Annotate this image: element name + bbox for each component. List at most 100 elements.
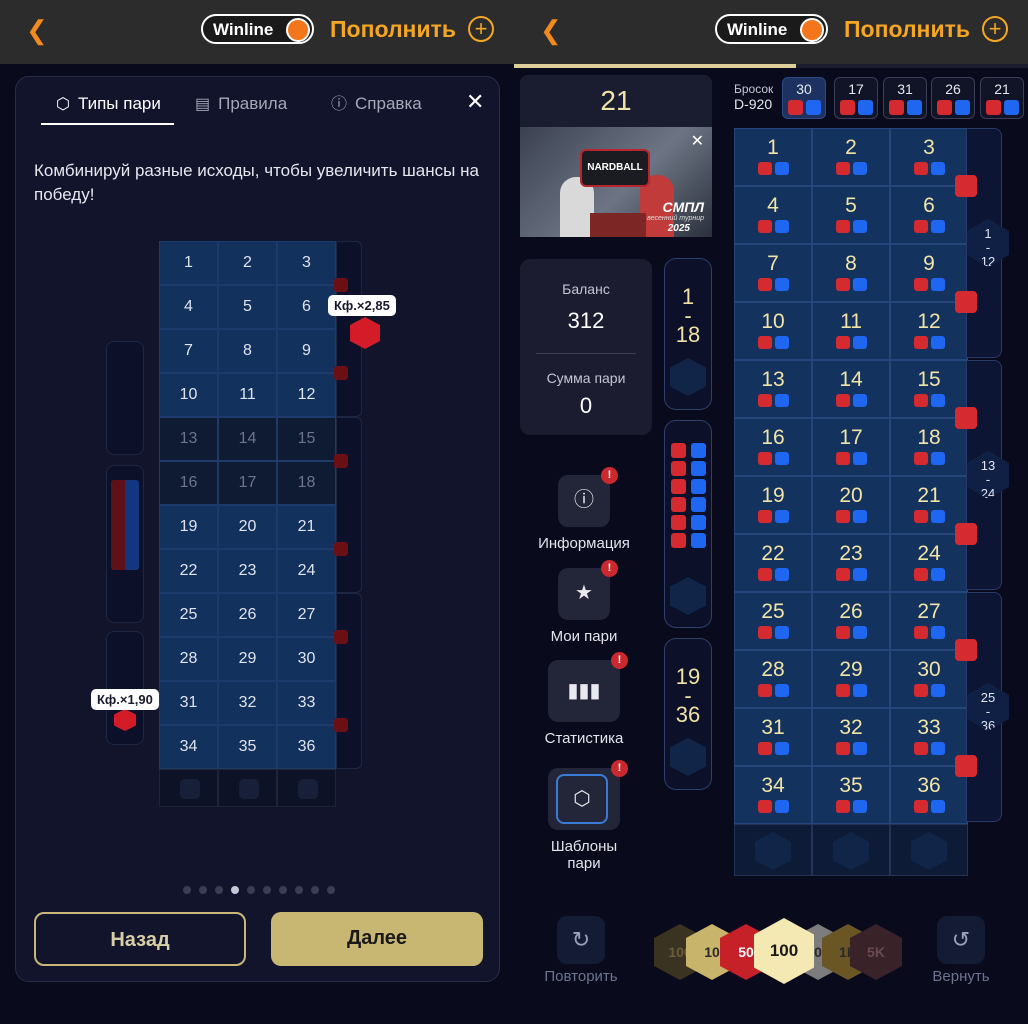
number-cell[interactable]: 34 [734, 766, 812, 824]
number-cell[interactable]: 2 [812, 128, 890, 186]
dozen-column[interactable]: 13-24 [955, 360, 1009, 590]
number-cell[interactable]: 32 [812, 708, 890, 766]
red-die-icon [757, 626, 772, 639]
number-cell[interactable]: 17 [812, 418, 890, 476]
grid-cell: 32 [218, 681, 277, 725]
number-cell[interactable]: 7 [734, 244, 812, 302]
bet-slot[interactable] [734, 824, 812, 876]
hexagon-icon [180, 779, 200, 799]
number-cell[interactable]: 10 [734, 302, 812, 360]
next-button[interactable]: Далее [271, 912, 483, 966]
deposit-button[interactable]: Пополнить [844, 15, 970, 43]
die-icon [955, 407, 977, 429]
repeat-button[interactable]: ↻ Повторить [536, 916, 626, 986]
number-cell[interactable]: 4 [734, 186, 812, 244]
back-icon[interactable]: ❮ [26, 16, 48, 44]
dice-pair [884, 100, 926, 115]
cell-number: 15 [917, 368, 941, 391]
bet-templates-button[interactable]: ⬡! Шаблоны пари [514, 760, 654, 872]
cell-number: 14 [839, 368, 863, 391]
toggle-knob [286, 18, 310, 42]
history-roll[interactable]: 31 [883, 77, 927, 119]
dice-pair [813, 220, 889, 233]
red-die-icon [835, 742, 850, 755]
number-cell[interactable]: 11 [812, 302, 890, 360]
history-roll[interactable]: 17 [834, 77, 878, 119]
tab-bet-types[interactable]: ⬡ Типы пари [56, 93, 161, 116]
red-die-icon [913, 394, 928, 407]
dice-pair [735, 452, 811, 465]
range-bet-19-36[interactable]: 19 - 36 [664, 638, 712, 790]
number-cell[interactable]: 14 [812, 360, 890, 418]
close-icon[interactable]: ✕ [691, 131, 704, 151]
brand-toggle[interactable]: Winline [715, 14, 828, 44]
undo-button[interactable]: ↺ Вернуть [916, 916, 1006, 986]
tab-help[interactable]: ⓘ Справка [331, 93, 422, 116]
roll-sum: 31 [897, 81, 913, 97]
video-brand: СМПЛ [662, 199, 704, 215]
selected-chip[interactable]: 100 [754, 918, 814, 984]
number-cell[interactable]: 20 [812, 476, 890, 534]
grid-cell: 5 [218, 285, 277, 329]
number-cell[interactable]: 26 [812, 592, 890, 650]
color-bet[interactable] [664, 420, 712, 628]
red-die-icon [757, 394, 772, 407]
red-die-icon [757, 742, 772, 755]
cell-number: 33 [917, 716, 941, 739]
number-cell[interactable]: 1 [734, 128, 812, 186]
number-cell[interactable]: 23 [812, 534, 890, 592]
dozen-bet[interactable]: 1-12 [967, 219, 1009, 267]
number-cell[interactable]: 28 [734, 650, 812, 708]
number-cell[interactable]: 31 [734, 708, 812, 766]
bet-slot [159, 769, 218, 807]
history-roll[interactable]: 30 [782, 77, 826, 119]
close-icon[interactable]: ✕ [466, 89, 484, 115]
blue-die-icon [774, 220, 789, 233]
grid-cell: 1 [159, 241, 218, 285]
menu-label: Информация [538, 535, 630, 552]
blue-die-icon [1003, 100, 1019, 115]
grid-cell: 23 [218, 549, 277, 593]
number-cell[interactable]: 25 [734, 592, 812, 650]
history-roll[interactable]: 21 [980, 77, 1024, 119]
blue-die-icon [852, 684, 867, 697]
dozen-column[interactable]: 1-12 [955, 128, 1009, 358]
number-cell[interactable]: 19 [734, 476, 812, 534]
bet-slot[interactable] [812, 824, 890, 876]
back-button[interactable]: Назад [34, 912, 246, 966]
info-button[interactable]: ⓘ! Информация [514, 467, 654, 552]
grid-cell: 7 [159, 329, 218, 373]
cell-number: 5 [845, 194, 857, 217]
statistics-button[interactable]: ▮▮▮! Статистика [514, 652, 654, 747]
red-die-icon [835, 220, 850, 233]
deposit-button[interactable]: Пополнить [330, 15, 456, 43]
red-die-icon [757, 162, 772, 175]
range-bet-1-18[interactable]: 1 - 18 [664, 258, 712, 410]
chart-icon: ▮▮▮ [567, 680, 601, 702]
number-cell[interactable]: 8 [812, 244, 890, 302]
number-cell[interactable]: 29 [812, 650, 890, 708]
number-cell[interactable]: 16 [734, 418, 812, 476]
number-cell[interactable]: 22 [734, 534, 812, 592]
number-cell[interactable]: 35 [812, 766, 890, 824]
history-roll[interactable]: 26 [931, 77, 975, 119]
bet-slot[interactable] [890, 824, 968, 876]
dozen-column[interactable]: 25-36 [955, 592, 1009, 822]
live-video[interactable]: NARDBALL СМПЛ весенний турнир 2025 ✕ [520, 127, 712, 237]
stats-tile: ▮▮▮! [548, 652, 628, 722]
die-icon [955, 639, 977, 661]
dice-pair [891, 568, 967, 581]
dice-pair [813, 800, 889, 813]
plus-circle-icon[interactable]: + [982, 16, 1008, 42]
number-cell[interactable]: 5 [812, 186, 890, 244]
number-cell[interactable]: 13 [734, 360, 812, 418]
brand-label: Winline [213, 20, 274, 39]
plus-circle-icon[interactable]: + [468, 16, 494, 42]
dice-pairs [111, 480, 139, 570]
brand-toggle[interactable]: Winline [201, 14, 314, 44]
dozen-bet[interactable]: 25-36 [967, 683, 1009, 731]
my-bets-button[interactable]: ★! Мои пари [514, 560, 654, 645]
tab-rules[interactable]: ▤ Правила [195, 93, 287, 116]
dozen-bet[interactable]: 13-24 [967, 451, 1009, 499]
back-icon[interactable]: ❮ [540, 16, 562, 44]
